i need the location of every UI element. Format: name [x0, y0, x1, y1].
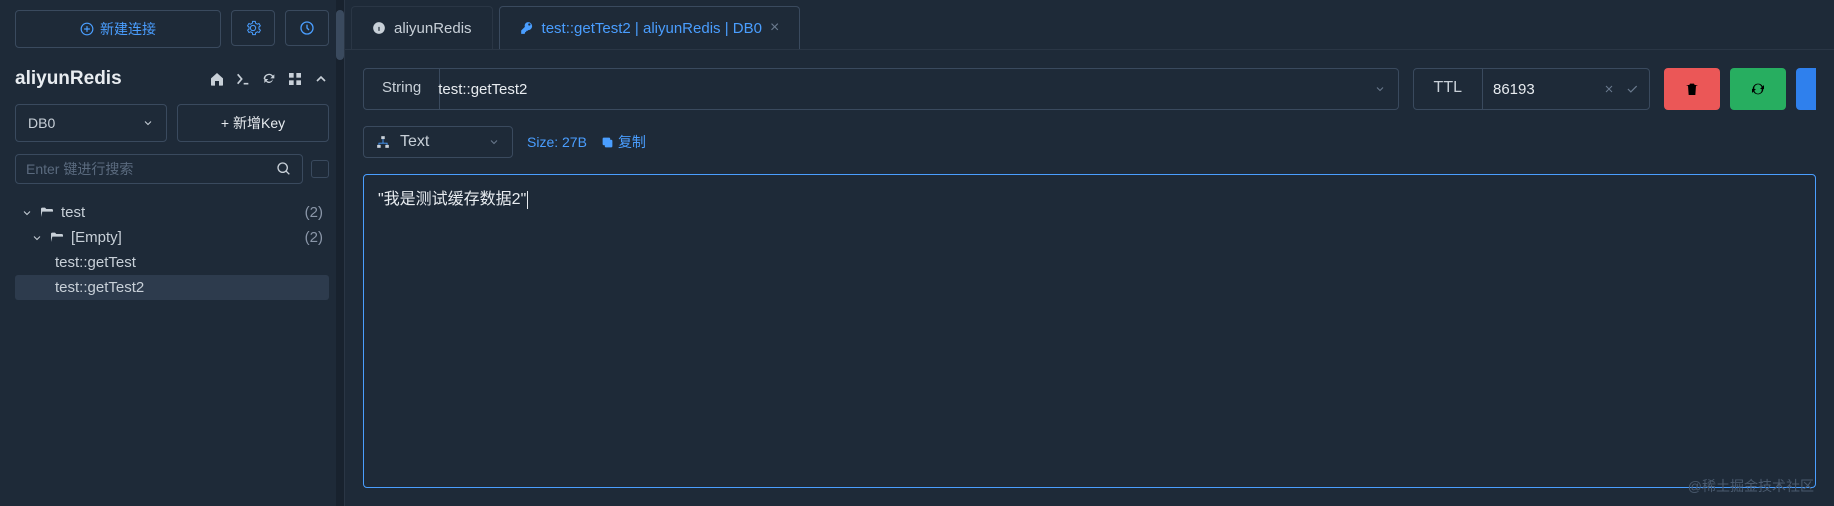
tree-count: (2)	[305, 204, 323, 221]
tree-count: (2)	[305, 229, 323, 246]
db-select[interactable]: DB0	[15, 104, 167, 142]
connection-name: aliyunRedis	[15, 68, 122, 90]
search-input[interactable]	[26, 161, 276, 177]
db-selected-label: DB0	[28, 115, 55, 131]
tab-label: test::getTest2 | aliyunRedis | DB0	[542, 20, 762, 37]
close-icon[interactable]	[1603, 83, 1615, 95]
plus-icon: +	[221, 115, 229, 131]
check-icon[interactable]	[1625, 82, 1639, 96]
format-select[interactable]: Text	[363, 126, 513, 158]
tree-folder-empty[interactable]: [Empty] (2)	[15, 225, 329, 250]
folder-open-icon	[39, 205, 55, 221]
gear-icon	[245, 20, 261, 36]
ttl-input[interactable]	[1493, 81, 1593, 98]
tab-connection-info[interactable]: aliyunRedis	[351, 6, 493, 49]
tree-icon	[376, 135, 390, 149]
delete-button[interactable]	[1664, 68, 1720, 110]
chevron-down-icon	[488, 136, 500, 148]
chevron-down-icon[interactable]	[1374, 83, 1386, 95]
watermark: @稀土掘金技术社区	[1688, 476, 1814, 496]
ttl-label: TTL	[1414, 69, 1483, 109]
search-icon[interactable]	[276, 161, 292, 177]
tree-folder-test[interactable]: test (2)	[15, 200, 329, 225]
tree-key-getTest2[interactable]: test::getTest2	[15, 275, 329, 300]
grid-icon[interactable]	[287, 71, 303, 87]
copy-label: 复制	[618, 132, 646, 152]
sidebar-scrollbar[interactable]	[336, 0, 344, 506]
tree-key-label: test::getTest	[55, 254, 136, 271]
chevron-down-icon	[142, 117, 154, 129]
value-editor[interactable]: "我是测试缓存数据2"	[363, 174, 1816, 488]
tree-folder-label: test	[61, 204, 85, 221]
chevron-up-icon[interactable]	[313, 71, 329, 87]
new-connection-button[interactable]: 新建连接	[15, 10, 221, 48]
tab-key-detail[interactable]: test::getTest2 | aliyunRedis | DB0 ×	[499, 6, 801, 49]
folder-open-icon	[49, 230, 65, 246]
add-key-button[interactable]: + 新增Key	[177, 104, 329, 142]
more-actions-button[interactable]	[1796, 68, 1816, 110]
settings-button[interactable]	[231, 10, 275, 46]
tree-key-label: test::getTest2	[55, 279, 144, 296]
copy-icon	[601, 136, 614, 149]
scrollbar-thumb[interactable]	[336, 10, 344, 60]
chevron-down-icon	[31, 232, 43, 244]
chevron-down-icon	[21, 207, 33, 219]
refresh-icon	[1750, 81, 1766, 97]
refresh-button[interactable]	[1730, 68, 1786, 110]
close-icon[interactable]: ×	[770, 19, 779, 37]
trash-icon	[1684, 81, 1700, 97]
tree-key-getTest[interactable]: test::getTest	[15, 250, 329, 275]
info-icon	[372, 21, 386, 35]
home-icon[interactable]	[209, 71, 225, 87]
value-text: "我是测试缓存数据2"	[378, 191, 526, 208]
history-button[interactable]	[285, 10, 329, 46]
new-connection-label: 新建连接	[100, 19, 156, 39]
plus-circle-icon	[80, 22, 94, 36]
size-text: Size: 27B	[527, 134, 587, 150]
copy-button[interactable]: 复制	[601, 132, 646, 152]
exact-match-checkbox[interactable]	[311, 160, 329, 178]
format-label: Text	[400, 133, 429, 151]
key-name-input[interactable]	[438, 81, 1373, 98]
tree-folder-label: [Empty]	[71, 229, 122, 246]
add-key-label: 新增Key	[233, 113, 285, 133]
clock-icon	[299, 20, 315, 36]
key-icon	[520, 21, 534, 35]
tab-label: aliyunRedis	[394, 20, 472, 37]
refresh-icon[interactable]	[261, 71, 277, 87]
terminal-icon[interactable]	[235, 71, 251, 87]
